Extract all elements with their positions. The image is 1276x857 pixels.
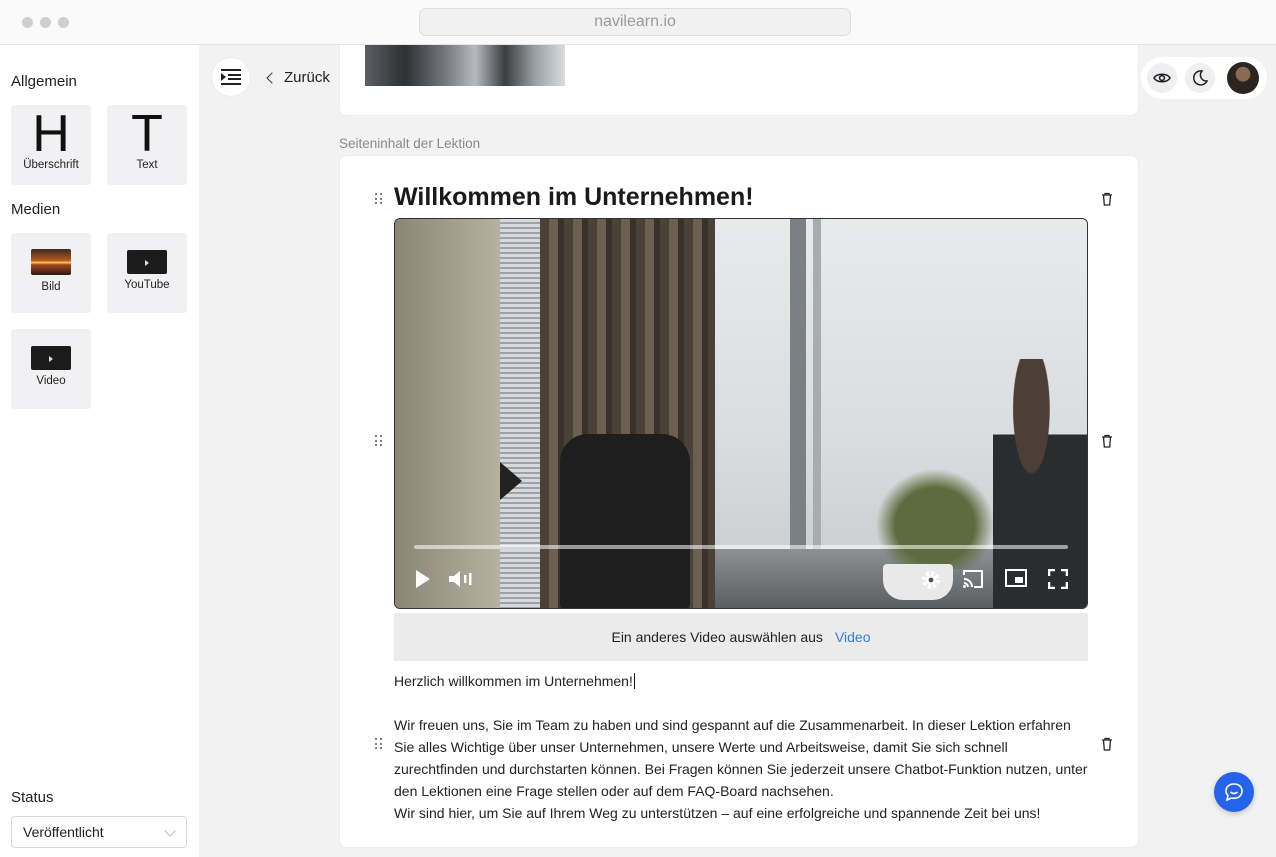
top-right-toolbar bbox=[1141, 57, 1267, 99]
trash-icon[interactable] bbox=[1100, 737, 1114, 751]
theme-toggle-button[interactable] bbox=[1185, 63, 1215, 93]
media-section-title: Medien bbox=[11, 201, 61, 218]
video-scene-wall bbox=[395, 219, 505, 608]
drag-handle-icon[interactable] bbox=[375, 193, 383, 205]
back-button[interactable]: Zurück bbox=[266, 69, 330, 86]
text-glyph-icon: T bbox=[131, 105, 163, 163]
chatbot-button[interactable] bbox=[1214, 772, 1254, 812]
preview-button[interactable] bbox=[1147, 63, 1177, 93]
chevron-down-icon bbox=[164, 825, 176, 837]
settings-gear-icon[interactable] bbox=[920, 569, 942, 591]
block-text[interactable]: T Text bbox=[107, 105, 187, 185]
block-youtube[interactable]: YouTube bbox=[107, 233, 187, 313]
window-controls bbox=[22, 17, 69, 28]
text-cursor bbox=[633, 673, 635, 689]
alternate-video-link[interactable]: Video bbox=[835, 629, 871, 645]
fullscreen-icon[interactable] bbox=[1048, 569, 1068, 589]
chevron-left-icon bbox=[266, 71, 278, 84]
video-scene-arrow bbox=[500, 462, 522, 500]
window-minimize-dot[interactable] bbox=[40, 17, 51, 28]
block-image-label: Bild bbox=[41, 281, 61, 293]
block-video-label: Video bbox=[36, 375, 66, 387]
moon-icon bbox=[1192, 70, 1208, 86]
text-body: Wir freuen uns, Sie im Team zu haben und… bbox=[394, 717, 1088, 799]
block-youtube-label: YouTube bbox=[124, 279, 170, 291]
play-icon[interactable] bbox=[415, 569, 431, 589]
eye-icon bbox=[1153, 73, 1171, 83]
chat-bubble-icon bbox=[1225, 783, 1243, 802]
cast-icon[interactable] bbox=[962, 569, 984, 589]
alternate-video-bar: Ein anderes Video auswählen aus Video bbox=[394, 613, 1088, 661]
picture-in-picture-icon[interactable] bbox=[1005, 569, 1027, 587]
video-scene-plant bbox=[865, 459, 1005, 569]
status-title: Status bbox=[11, 789, 54, 806]
avatar[interactable] bbox=[1227, 62, 1259, 94]
video-player[interactable] bbox=[394, 218, 1088, 609]
trash-icon[interactable] bbox=[1100, 434, 1114, 448]
block-palette-sidebar: Allgemein H Überschrift T Text Medien Bi… bbox=[0, 45, 199, 857]
drag-handle-icon[interactable] bbox=[375, 738, 383, 750]
block-text-label: Text bbox=[136, 159, 158, 171]
address-bar[interactable]: navilearn.io bbox=[419, 8, 851, 36]
block-video[interactable]: Video bbox=[11, 329, 91, 409]
volume-icon[interactable] bbox=[448, 569, 474, 589]
status-select[interactable]: Veröffentlicht bbox=[11, 816, 187, 848]
general-section-title: Allgemein bbox=[11, 73, 77, 90]
video-thumbnail-icon bbox=[31, 346, 71, 370]
window-close-dot[interactable] bbox=[22, 17, 33, 28]
video-scene-chair bbox=[560, 434, 690, 608]
lesson-heading[interactable]: Willkommen im Unternehmen! bbox=[394, 183, 754, 212]
block-heading-label: Überschrift bbox=[23, 159, 79, 171]
lesson-header-card bbox=[339, 45, 1139, 116]
lesson-text-editor[interactable]: Herzlich willkommen im Unternehmen! Wir … bbox=[394, 670, 1094, 824]
text-greeting: Herzlich willkommen im Unternehmen! bbox=[394, 673, 633, 689]
block-heading[interactable]: H Überschrift bbox=[11, 105, 91, 185]
text-closing: Wir sind hier, um Sie auf Ihrem Weg zu u… bbox=[394, 805, 1041, 821]
trash-icon[interactable] bbox=[1100, 192, 1114, 206]
back-label: Zurück bbox=[284, 69, 330, 86]
lesson-cover-image bbox=[365, 45, 565, 86]
section-label: Seiteninhalt der Lektion bbox=[339, 136, 481, 151]
video-scene-pot bbox=[883, 564, 953, 600]
youtube-thumbnail-icon bbox=[127, 250, 167, 274]
heading-glyph-icon: H bbox=[32, 105, 70, 163]
video-progress-bar[interactable] bbox=[414, 545, 1068, 549]
window-maximize-dot[interactable] bbox=[58, 17, 69, 28]
image-thumbnail-icon bbox=[31, 249, 71, 275]
status-value: Veröffentlicht bbox=[23, 824, 104, 840]
block-image[interactable]: Bild bbox=[11, 233, 91, 313]
alternate-video-text: Ein anderes Video auswählen aus bbox=[611, 629, 823, 645]
browser-chrome: navilearn.io bbox=[0, 0, 1276, 45]
toggle-sidebar-button[interactable] bbox=[212, 58, 250, 96]
drag-handle-icon[interactable] bbox=[375, 435, 383, 447]
menu-indent-icon bbox=[221, 69, 241, 85]
